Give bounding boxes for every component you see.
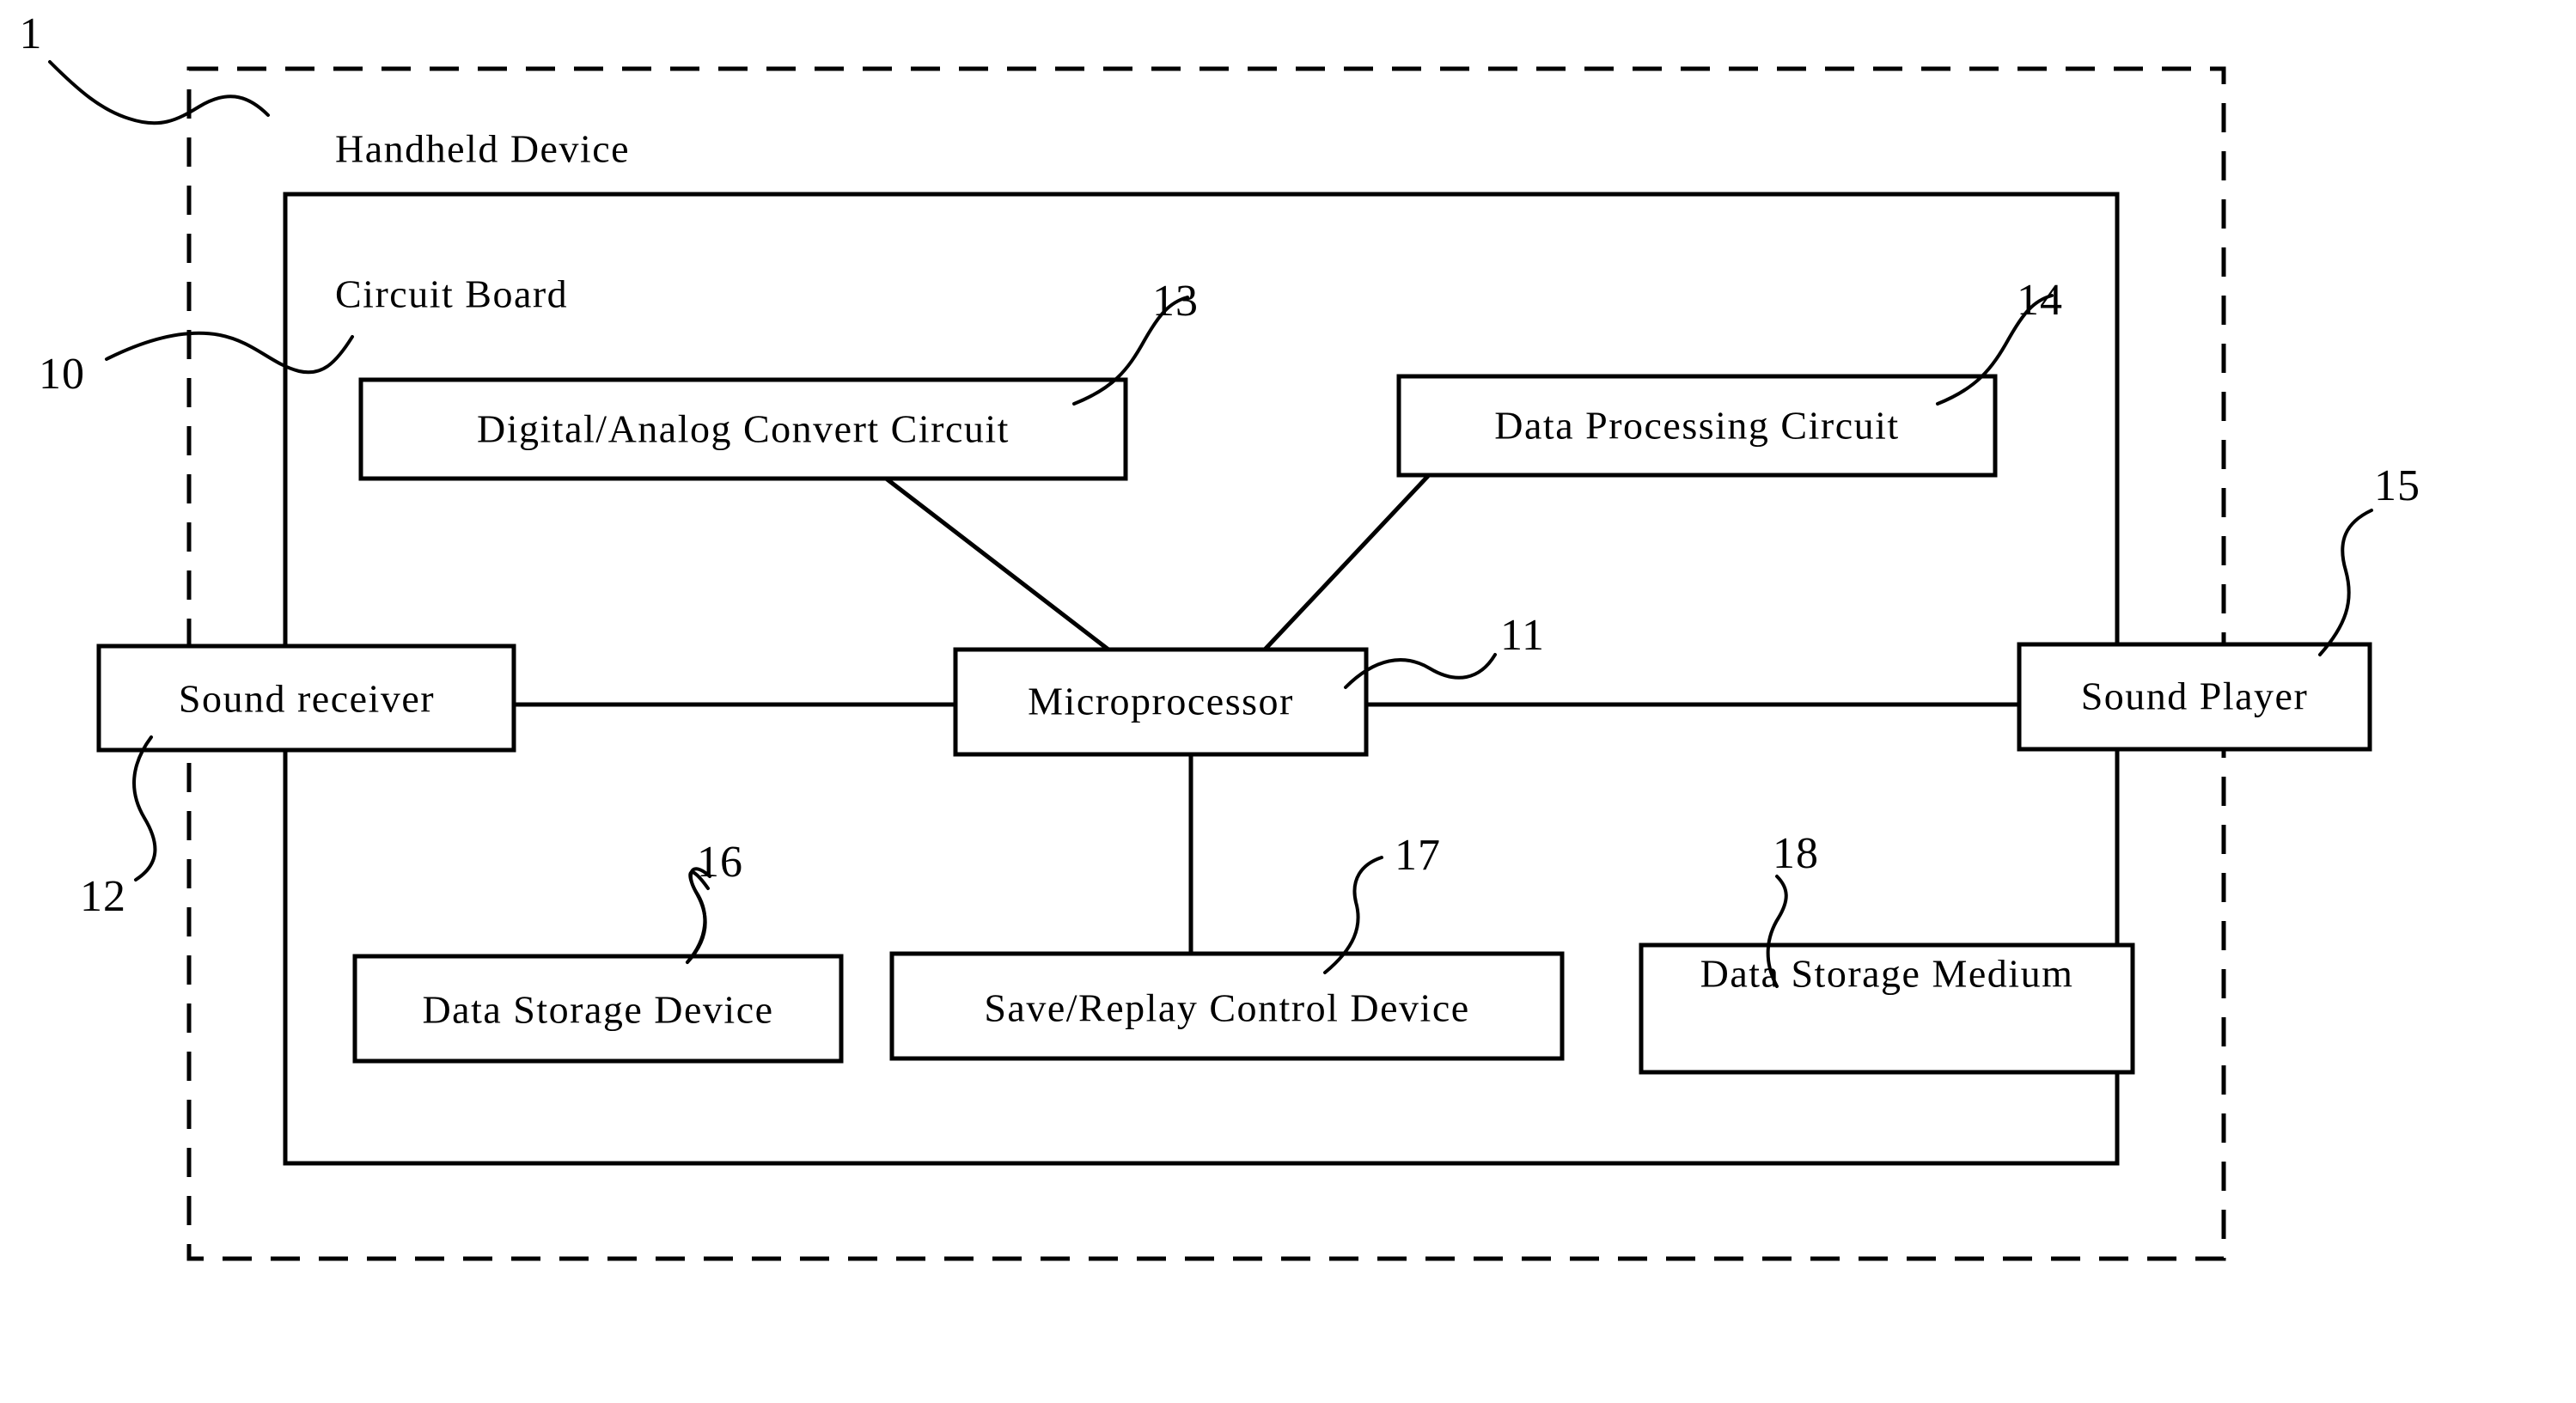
connector-data-processing-to-microprocessor [1263, 474, 1430, 651]
ref-number-17: 17 [1395, 831, 1441, 880]
ref-number-12: 12 [80, 872, 126, 921]
ref-number-15: 15 [2374, 461, 2420, 510]
leader-line-10 [105, 331, 354, 375]
block-data-storage-medium-label: Data Storage Medium [1700, 952, 2074, 996]
block-microprocessor-label: Microprocessor [1028, 680, 1294, 723]
block-sound-receiver-label: Sound receiver [179, 677, 435, 721]
block-data-storage-device-label: Data Storage Device [422, 988, 773, 1032]
connector-dac-to-microprocessor [883, 476, 1110, 651]
circuit-board-label: Circuit Board [335, 272, 568, 316]
ref-number-18: 18 [1773, 829, 1819, 878]
diagram-canvas: Digital/Analog Convert Circuit 13 Data P… [20, 9, 2420, 1261]
block-dac-label: Digital/Analog Convert Circuit [477, 407, 1010, 451]
leader-line-1 [48, 60, 270, 125]
ref-number-10: 10 [39, 350, 85, 399]
ref-number-1: 1 [20, 9, 43, 58]
leader-line-15 [2318, 509, 2373, 656]
ref-number-11: 11 [1500, 611, 1545, 660]
ref-number-14: 14 [2017, 276, 2063, 325]
ref-number-16: 16 [697, 838, 743, 887]
ref-number-13: 13 [1152, 277, 1199, 326]
block-data-processing-label: Data Processing Circuit [1494, 404, 1899, 448]
patent-figure: Digital/Analog Convert Circuit 13 Data P… [0, 0, 2576, 1403]
leader-line-12 [132, 735, 157, 881]
block-sound-player-label: Sound Player [2081, 674, 2309, 718]
handheld-device-label: Handheld Device [335, 127, 630, 171]
block-save-replay-control-label: Save/Replay Control Device [984, 986, 1469, 1030]
